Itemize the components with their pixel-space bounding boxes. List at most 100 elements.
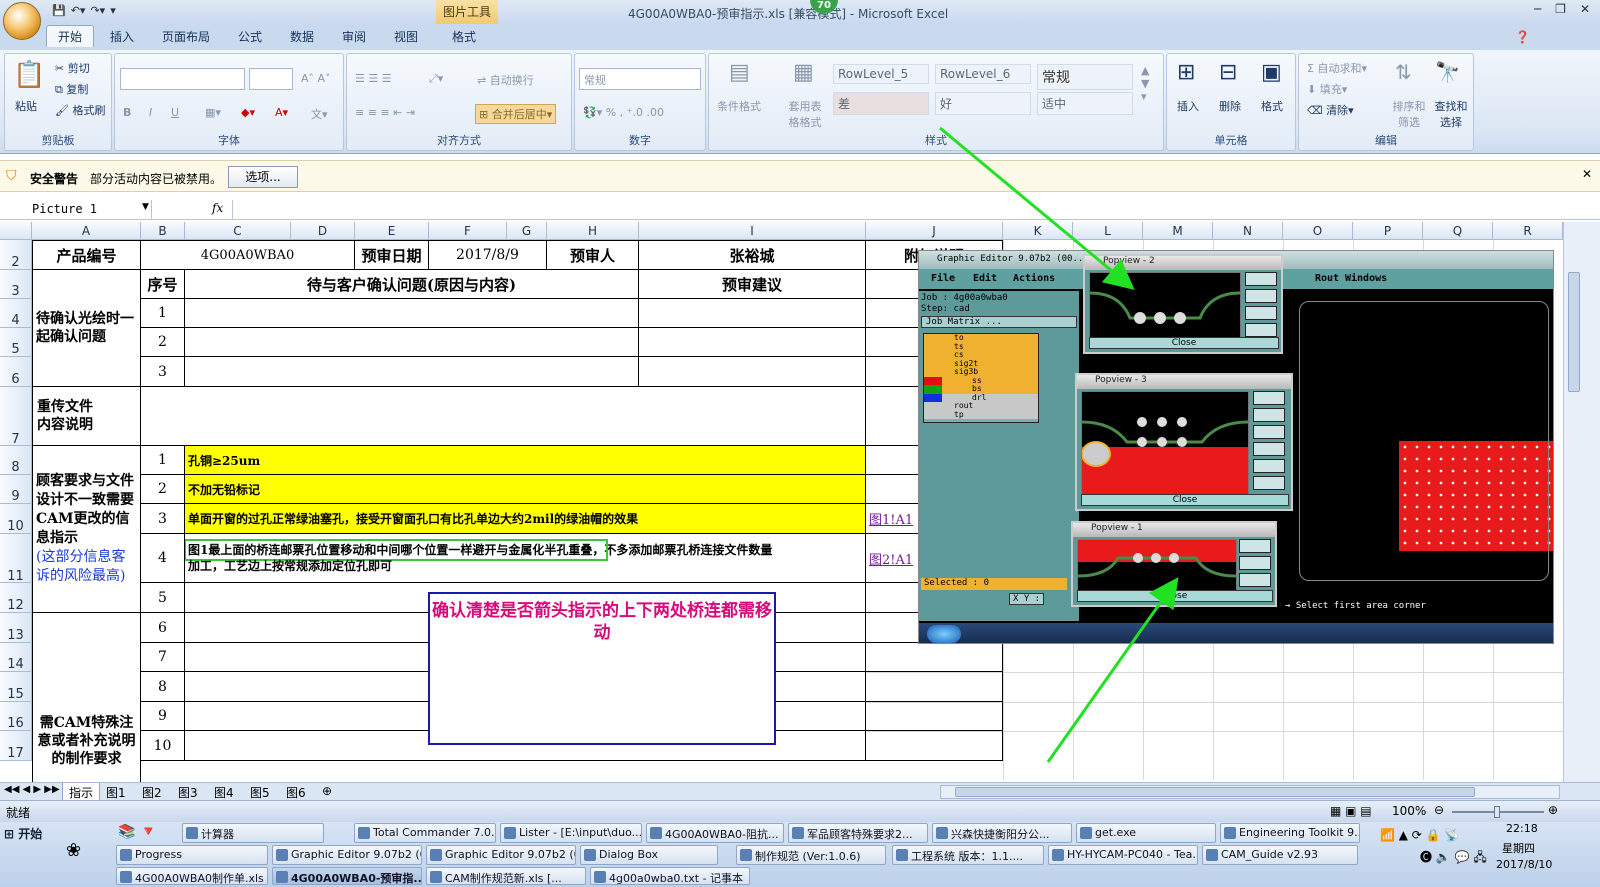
find-select-icon[interactable]: 🔭 [1435,60,1460,84]
sort-filter-icon[interactable]: ⇅ [1395,60,1412,84]
reviewer-label-cell[interactable]: 预审人 [547,240,639,270]
horizontal-scrollbar[interactable] [940,785,1560,799]
tab-review[interactable]: 审阅 [342,28,366,45]
merge-center-button[interactable]: ⊞ 合并后居中▾ [475,104,557,124]
undo-icon[interactable]: ↶▾ [71,4,86,17]
style-rowlevel5[interactable]: RowLevel_5 [833,64,929,84]
popview-2[interactable]: Popview - 2 Close [1083,254,1283,354]
layer-item[interactable]: sig2t [924,359,1038,368]
row-header[interactable]: 17 [0,731,32,761]
column-header[interactable]: B [141,222,185,240]
taskbar-item[interactable]: 工程系统 版本：1.1.... [892,845,1044,865]
taskbar-item[interactable]: CAM_Guide v2.93 [1202,845,1358,865]
seq-cell[interactable]: 8 [141,672,185,702]
tray-icons[interactable]: 📶 ▲ ⟳ 🔒 📡 [1380,828,1459,842]
row-header[interactable]: 9 [0,475,32,504]
column-header[interactable]: A [32,222,141,240]
name-box-dropdown-icon[interactable]: ▼ [142,202,149,212]
format-painter-button[interactable]: 🖌 格式刷 [55,102,105,118]
taskbar-item[interactable]: Progress [116,845,268,865]
taskbar-item[interactable]: Graphic Editor 9.07b2 (0... [272,845,422,865]
taskbar-item[interactable]: Dialog Box [580,845,718,865]
sheet-tab[interactable]: 图5 [250,784,270,801]
tab-format[interactable]: 格式 [452,28,476,45]
seq-cell[interactable]: 3 [141,357,185,387]
seq-cell[interactable]: 10 [141,731,185,761]
layer-item[interactable]: ts [924,342,1038,351]
section-reupload-cell[interactable]: 重传文件 内容说明 [32,387,141,446]
row-header[interactable]: 12 [0,583,32,613]
row-header[interactable]: 7 [0,387,32,447]
tab-formulas[interactable]: 公式 [238,28,262,45]
seq-cell[interactable]: 2 [141,475,185,504]
zoom-level[interactable]: 100% [1392,804,1426,818]
tab-data[interactable]: 数据 [290,28,314,45]
section-cam-change-cell[interactable]: 顾客要求与文件设计不一致需要CAM更改的信息指示 (这部分信息客诉的风险最高) [32,446,141,613]
ge-layer-list[interactable]: to ts cs sig2t sig3b ss bs drl rout tp [923,333,1039,423]
paste-icon[interactable]: 📋 [13,60,45,90]
column-header[interactable]: Q [1423,222,1493,240]
delete-cells-button[interactable]: 删除 [1219,98,1241,114]
row-header[interactable]: 2 [0,240,32,270]
ge-menu-file[interactable]: File [931,273,955,284]
taskbar-item[interactable]: 计算器 [182,823,324,843]
row-header[interactable]: 14 [0,643,32,672]
column-header[interactable]: K [1003,222,1073,240]
ge-menu-edit[interactable]: Edit [973,273,997,284]
autosum-button[interactable]: Σ 自动求和▾ [1307,60,1367,76]
question-cell[interactable] [185,299,639,328]
product-no-cell[interactable]: 4G00A0WBA0 [141,240,355,270]
seq-cell[interactable]: 4 [141,534,185,583]
popview-tools[interactable] [1239,539,1271,587]
tab-home[interactable]: 开始 [46,25,95,47]
ge-menu-rout[interactable]: Rout [1315,273,1339,284]
italic-button[interactable]: I [149,106,152,119]
taskbar-item-active[interactable]: 4G00A0WBA0-预审指... [272,867,422,885]
insert-function-icon[interactable]: fx [212,201,223,215]
underline-button[interactable]: U [171,106,179,119]
close-security-icon[interactable]: ✕ [1582,167,1592,181]
taskbar-item[interactable]: 军品顾客特殊要求2... [788,823,928,843]
view-buttons[interactable]: ▦ ▣ ▤ [1330,804,1372,818]
tray-icons-row2[interactable]: 🅒 🔈 💬 🖧 [1420,848,1487,869]
number-format-select[interactable]: 常规 [579,68,701,90]
tab-view[interactable]: 视图 [394,28,418,45]
section-special-cell[interactable]: 需CAM特殊注意或者补充说明的制作要求 [32,613,141,782]
column-header[interactable]: D [291,222,355,240]
select-all-corner[interactable] [0,222,32,240]
row-header[interactable]: 6 [0,357,32,387]
bold-button[interactable]: B [123,106,131,119]
popview-close-button[interactable]: Close [1089,337,1279,349]
row-header[interactable]: 15 [0,672,32,702]
format-cells-icon[interactable]: ▣ [1261,60,1282,85]
zoom-out-icon[interactable]: ⊖ [1434,803,1444,817]
layer-item[interactable]: tp [924,410,1038,419]
note-textbox[interactable]: 确认清楚是否箭头指示的上下两处桥连都需移动 [428,592,776,745]
table-format-button[interactable]: 套用表格格式 [785,98,825,130]
attach-cell[interactable] [866,672,1003,702]
insert-sheet-icon[interactable]: ⊕ [322,784,332,798]
taskbar-item[interactable]: 4G00A0WBA0制作单.xls [116,867,268,885]
column-header[interactable]: L [1073,222,1143,240]
fill-button[interactable]: ⬇ 填充▾ [1307,81,1347,97]
align-left-icon[interactable]: ≡ ≡ ≡ ⇤ ⇥ [355,106,415,119]
align-top-icon[interactable]: ☰ ☰ ☰ [355,72,392,85]
layer-item[interactable]: cs [924,350,1038,360]
style-bad[interactable]: 差 [833,92,929,115]
row-header[interactable]: 4 [0,299,32,328]
row-header[interactable]: 8 [0,446,32,475]
column-header[interactable]: H [547,222,639,240]
format-cells-button[interactable]: 格式 [1261,98,1283,114]
layer-item[interactable]: to [924,333,1038,343]
column-header[interactable]: J [866,222,1003,240]
popview-tools[interactable] [1253,391,1285,490]
sheet-tab[interactable]: 图4 [214,784,234,801]
taskbar-item[interactable]: 4G00A0WBA0-阻抗... [646,823,784,843]
vertical-scrollbar[interactable] [1563,222,1600,782]
column-header[interactable]: R [1493,222,1563,240]
fill-color-icon[interactable]: ◆▾ [241,106,255,119]
zoom-slider[interactable] [1452,806,1544,818]
name-box[interactable]: Picture 1 [0,200,152,219]
style-rowlevel6[interactable]: RowLevel_6 [935,64,1031,84]
reviewer-cell[interactable]: 张裕城 [639,240,866,270]
